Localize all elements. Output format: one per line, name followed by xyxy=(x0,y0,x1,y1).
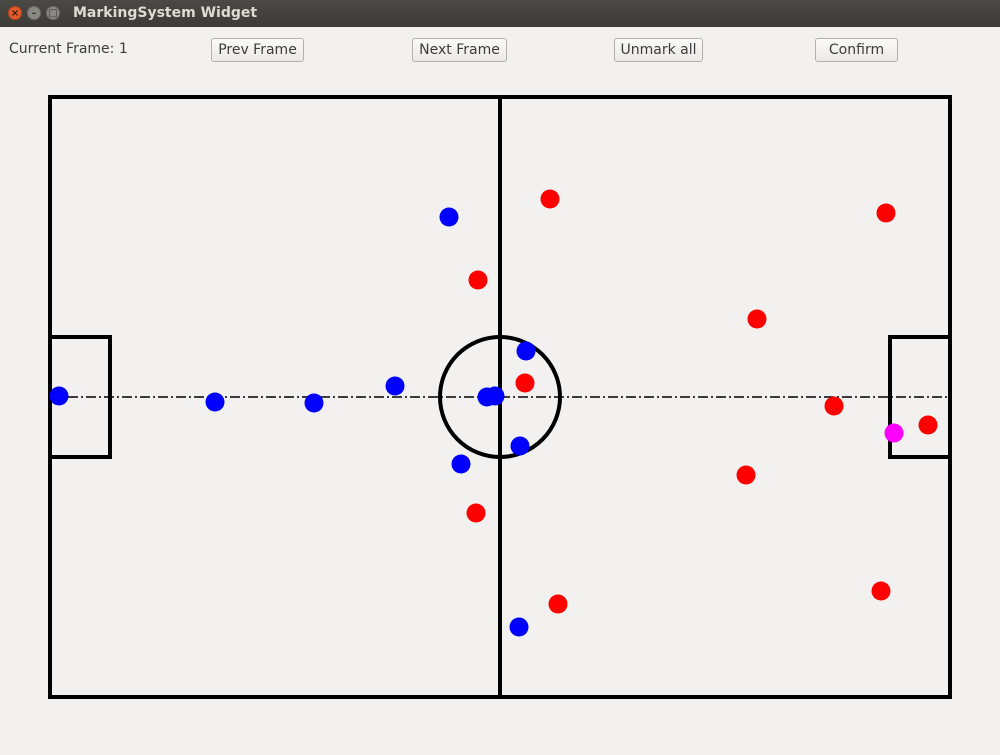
red-player-marker[interactable] xyxy=(540,189,560,209)
blue-player-marker[interactable] xyxy=(451,454,471,474)
blue-player-marker[interactable] xyxy=(510,436,530,456)
red-team[interactable] xyxy=(466,189,938,614)
blue-player-marker[interactable] xyxy=(516,341,536,361)
blue-player-marker[interactable] xyxy=(304,393,324,413)
blue-player-marker[interactable] xyxy=(485,386,505,406)
red-player-marker[interactable] xyxy=(466,503,486,523)
ball-marker[interactable] xyxy=(884,423,904,443)
red-player-marker[interactable] xyxy=(876,203,896,223)
app-window: × – □ MarkingSystem Widget Current Frame… xyxy=(0,0,1000,755)
red-player-marker[interactable] xyxy=(871,581,891,601)
blue-player-marker[interactable] xyxy=(509,617,529,637)
blue-player-marker[interactable] xyxy=(385,376,405,396)
red-player-marker[interactable] xyxy=(468,270,488,290)
blue-player-marker[interactable] xyxy=(205,392,225,412)
red-player-marker[interactable] xyxy=(747,309,767,329)
red-player-marker[interactable] xyxy=(824,396,844,416)
blue-player-marker[interactable] xyxy=(439,207,459,227)
red-player-marker[interactable] xyxy=(515,373,535,393)
red-player-marker[interactable] xyxy=(918,415,938,435)
red-player-marker[interactable] xyxy=(548,594,568,614)
blue-team[interactable] xyxy=(49,207,536,637)
red-player-marker[interactable] xyxy=(736,465,756,485)
blue-player-marker[interactable] xyxy=(49,386,69,406)
pitch-canvas[interactable] xyxy=(0,0,1000,755)
